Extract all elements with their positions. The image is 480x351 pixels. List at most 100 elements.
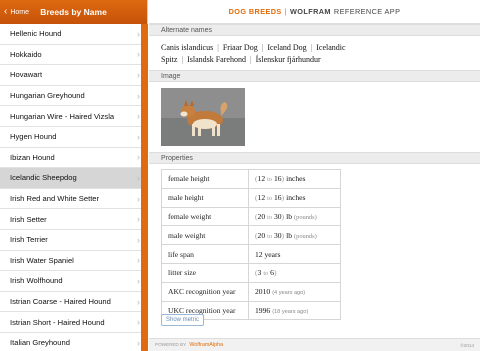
chevron-right-icon: › xyxy=(137,49,140,60)
value-text: 12 years xyxy=(255,249,281,259)
property-name: female height xyxy=(161,169,249,189)
close-paren: ) xyxy=(281,211,285,221)
show-metric-button[interactable]: Show metric xyxy=(161,314,205,326)
chevron-right-icon: › xyxy=(137,214,140,225)
property-value: 12 years xyxy=(248,244,341,264)
alternate-name: Iceland Dog xyxy=(267,43,307,52)
range-to: to xyxy=(267,213,272,221)
property-row: AKC recognition year 2010 (4 years ago) xyxy=(161,281,341,302)
breed-list-item-label: Icelandic Sheepdog xyxy=(10,173,77,183)
breed-list-item-label: Irish Terrier xyxy=(10,235,48,245)
breed-list-item-label: Ibizan Hound xyxy=(10,152,55,162)
breed-list-item-label: Hokkaido xyxy=(10,49,42,59)
chevron-left-icon: ‹ xyxy=(4,6,8,17)
close-paren: ) xyxy=(281,193,285,203)
header-subtitle: REFERENCE APP xyxy=(333,7,401,16)
close-paren: ) xyxy=(281,230,285,240)
range-max: 16 xyxy=(273,193,282,203)
alternate-names: Canis islandicus | Friaar Dog | Iceland Dog |… xyxy=(149,36,480,70)
breed-list-item[interactable]: Hungarian Greyhound › xyxy=(0,86,148,107)
unit: inches xyxy=(286,193,306,203)
breed-list-item[interactable]: Irish Red and White Setter › xyxy=(0,189,148,210)
name-separator: | xyxy=(261,43,264,52)
property-name: female weight xyxy=(161,206,249,227)
breed-list-item[interactable]: Irish Water Spaniel › xyxy=(0,251,148,272)
breed-list-item-label: Irish Wolfhound xyxy=(10,276,63,286)
value-text: 2010 xyxy=(255,287,271,297)
range-min: 12 xyxy=(257,174,266,184)
sidebar-header: ‹ Home Breeds by Name xyxy=(0,0,147,24)
breed-list-item[interactable]: Ibizan Hound › xyxy=(0,148,148,169)
breed-list-item[interactable]: Hovawart › xyxy=(0,65,148,86)
value-note: (18 years ago) xyxy=(272,308,309,315)
range-to: to xyxy=(267,176,272,184)
chevron-right-icon: › xyxy=(137,111,140,122)
property-name: male weight xyxy=(161,225,249,246)
breed-list-item-label: Irish Water Spaniel xyxy=(10,255,74,265)
value-text: 1996 xyxy=(255,305,271,315)
property-value: 2010 (4 years ago) xyxy=(248,281,341,302)
alternate-name: Íslenskur fjárhundur xyxy=(255,55,321,64)
chevron-right-icon: › xyxy=(137,234,140,245)
property-row: male weight (20 to 30) lb (pounds) xyxy=(161,225,341,246)
properties-heading: Properties xyxy=(149,152,480,164)
property-name: male height xyxy=(161,187,249,208)
property-row: female weight (20 to 30) lb (pounds) xyxy=(161,206,341,227)
header-separator: | xyxy=(284,7,287,16)
property-name: life span xyxy=(161,244,249,264)
property-value: (20 to 30) lb (pounds) xyxy=(248,206,341,227)
header-wolfram: WOLFRAM xyxy=(290,7,331,16)
breed-list-item[interactable]: Irish Wolfhound › xyxy=(0,271,148,292)
breed-list-item[interactable]: Irish Terrier › xyxy=(0,230,148,251)
chevron-right-icon: › xyxy=(137,337,140,348)
name-separator: | xyxy=(181,55,184,64)
breed-list-item[interactable]: Hellenic Hound › xyxy=(0,24,148,45)
chevron-right-icon: › xyxy=(137,317,140,328)
chevron-right-icon: › xyxy=(137,275,140,286)
image-heading: Image xyxy=(149,70,480,82)
range-max: 30 xyxy=(273,211,282,221)
chevron-right-icon: › xyxy=(137,172,140,183)
breed-list-item[interactable]: Irish Setter › xyxy=(0,209,148,230)
property-value: (20 to 30) lb (pounds) xyxy=(248,225,341,246)
name-separator: | xyxy=(217,43,219,52)
breed-list-item[interactable]: Icelandic Sheepdog › xyxy=(0,168,148,189)
breed-list-item-label: Hovawart xyxy=(10,70,43,80)
range-min: 20 xyxy=(257,211,266,221)
range-max: 30 xyxy=(273,230,282,240)
property-row: litter size (3 to 6) xyxy=(161,262,341,283)
alternate-name: Canis islandicus xyxy=(161,43,214,52)
value-note: (4 years ago) xyxy=(272,290,306,297)
breed-list-item[interactable]: Istrian Short - Haired Hound › xyxy=(0,312,148,333)
breed-list-item[interactable]: Hungarian Wire - Haired Vizsla › xyxy=(0,106,148,127)
chevron-right-icon: › xyxy=(137,131,140,142)
chevron-right-icon: › xyxy=(137,90,140,101)
unit: inches xyxy=(286,174,306,184)
unit-long: (pounds) xyxy=(294,232,317,240)
breed-list-item[interactable]: Italian Greyhound › xyxy=(0,333,148,351)
breed-list-item-label: Istrian Coarse - Haired Hound xyxy=(10,297,111,307)
range-max: 16 xyxy=(273,174,282,184)
app-header: DOG BREEDS | WOLFRAM REFERENCE APP xyxy=(149,0,480,24)
powered-by: POWERED BY WolframAlpha xyxy=(155,342,223,348)
chevron-right-icon: › xyxy=(137,296,140,307)
range-to: to xyxy=(263,270,269,278)
property-value: (12 to 16) inches xyxy=(248,187,341,208)
breed-list-item[interactable]: Hokkaido › xyxy=(0,45,148,66)
unit-long: (pounds) xyxy=(294,213,317,221)
name-separator: | xyxy=(249,55,252,64)
dog-photo[interactable] xyxy=(161,88,245,146)
chevron-right-icon: › xyxy=(137,28,140,39)
range-to: to xyxy=(267,232,272,240)
range-min: 20 xyxy=(257,230,266,240)
breed-list-item-label: Hygen Hound xyxy=(10,132,57,142)
alternate-name: Islandsk Farehond xyxy=(187,55,246,64)
app-brand: DOG BREEDS xyxy=(228,7,282,16)
alternate-name: Friaar Dog xyxy=(222,43,258,52)
home-button[interactable]: ‹ Home xyxy=(0,7,29,17)
breed-list: Hellenic Hound › Hokkaido › Hovawart › Hungari… xyxy=(0,24,148,351)
range-to: to xyxy=(267,195,272,203)
breed-list-item[interactable]: Hygen Hound › xyxy=(0,127,148,148)
property-row: life span 12 years xyxy=(161,244,341,264)
breed-list-item[interactable]: Istrian Coarse - Haired Hound › xyxy=(0,292,148,313)
